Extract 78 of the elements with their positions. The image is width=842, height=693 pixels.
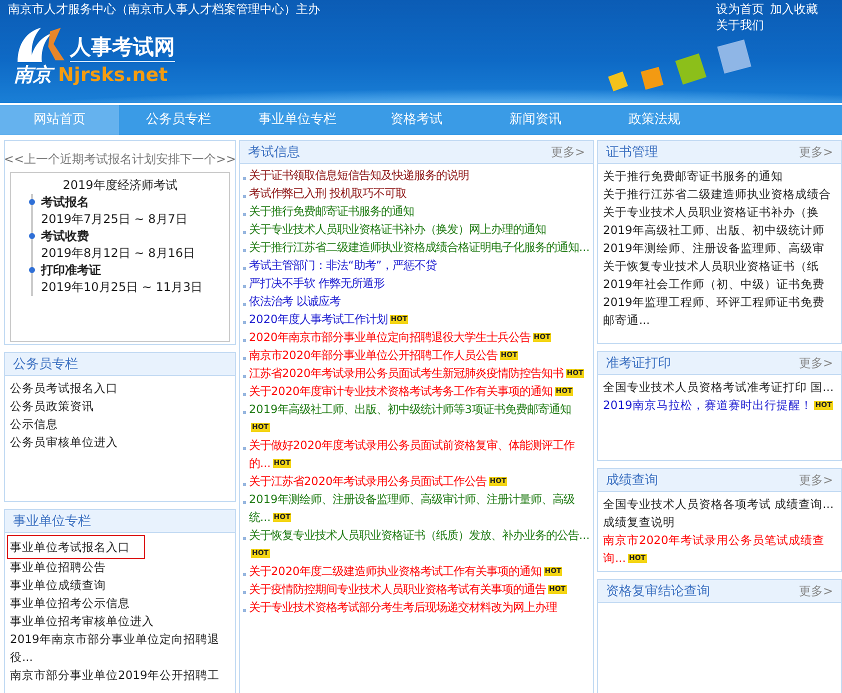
bullet-icon bbox=[243, 375, 246, 378]
bullet-icon bbox=[243, 249, 246, 252]
timeline-dot-icon bbox=[29, 233, 35, 239]
list-link[interactable]: 公示信息 bbox=[10, 415, 58, 433]
bullet-icon bbox=[243, 591, 246, 594]
list-link[interactable]: 2019年社会工作师（初、中级）证书免费 bbox=[603, 275, 824, 293]
schedule-heading: 近期考试报名计划安排 bbox=[60, 151, 180, 168]
list-link[interactable]: 关于恢复专业技术人员职业资格证书（纸 bbox=[603, 257, 819, 275]
bullet-icon bbox=[243, 213, 246, 216]
step-dates: 2019年7月25日 ~ 8月7日 bbox=[41, 211, 188, 228]
header-link[interactable]: 关于我们 bbox=[716, 17, 764, 33]
list-link[interactable]: 事业单位成绩查询 bbox=[10, 576, 106, 594]
bullet-icon bbox=[243, 195, 246, 198]
panel-title: 公务员专栏 bbox=[13, 356, 78, 373]
list-link[interactable]: 南京市部分事业单位2019年公开招聘工 bbox=[10, 666, 220, 684]
bullet-icon bbox=[243, 285, 246, 288]
list-link[interactable]: 事业单位招聘公告 bbox=[10, 558, 106, 576]
list-link[interactable]: 公务员政策资讯 bbox=[10, 397, 94, 415]
bullet-icon bbox=[243, 501, 246, 504]
bullet-icon bbox=[243, 177, 246, 180]
bullet-icon bbox=[243, 609, 246, 612]
bullet-icon bbox=[243, 411, 246, 414]
list-link[interactable]: 成绩复查说明 bbox=[603, 513, 675, 531]
panel-title: 证书管理 bbox=[606, 144, 658, 161]
bullet-icon bbox=[243, 573, 246, 576]
list-link[interactable]: 全国专业技术人员资格考试准考证打印 国... bbox=[603, 378, 834, 396]
list-link[interactable]: 事业单位考试报名入口 bbox=[8, 536, 144, 558]
panel-title: 成绩查询 bbox=[606, 472, 658, 489]
list-link[interactable]: 关于专业技术资格考试部分考生考后现场递交材料改为网上办理 bbox=[249, 599, 557, 617]
list-link[interactable]: 关于推行免费邮寄证书服务的通知 bbox=[249, 203, 414, 221]
sponsor-text: 南京市人才服务中心（南京市人事人才档案管理中心）主办 bbox=[8, 1, 320, 18]
header-link[interactable]: 加入收藏 bbox=[770, 1, 818, 17]
bullet-icon bbox=[243, 447, 246, 450]
bullet-icon bbox=[243, 357, 246, 360]
bullet-icon bbox=[243, 483, 246, 486]
bullet-icon bbox=[243, 303, 246, 306]
bullet-icon bbox=[243, 267, 246, 270]
list-link[interactable]: 事业单位招考审核单位进入 bbox=[10, 612, 154, 630]
list-link[interactable]: 关于证书领取信息短信告知及快递服务的说明 bbox=[249, 167, 469, 185]
timeline-dot-icon bbox=[29, 199, 35, 205]
bullet-icon bbox=[243, 339, 246, 342]
list-link[interactable]: 严打决不手软 作弊无所遁形 bbox=[249, 275, 385, 293]
panel-title: 事业单位专栏 bbox=[13, 513, 91, 530]
bullet-icon bbox=[243, 393, 246, 396]
list-link[interactable]: 依法治考 以诚应考 bbox=[249, 293, 341, 311]
list-link[interactable]: 2019年测绘师、注册设备监理师、高级审 bbox=[603, 239, 824, 257]
logo-title: 人事考试网 bbox=[70, 33, 175, 62]
bullet-icon bbox=[243, 321, 246, 324]
list-link[interactable]: 全国专业技术人员资格各项考试 成绩查询... bbox=[603, 495, 834, 513]
header-link[interactable]: 设为首页 bbox=[716, 1, 764, 17]
list-link[interactable]: 考试主管部门：非法“助考”，严惩不贷 bbox=[249, 257, 437, 275]
step-title: 考试报名 bbox=[41, 194, 90, 211]
list-link[interactable]: 关于推行免费邮寄证书服务的通知 bbox=[603, 167, 783, 185]
bullet-icon bbox=[243, 537, 246, 540]
list-link[interactable]: 关于推行江苏省二级建造师执业资格成绩合格证明电子化服务的通知... bbox=[249, 239, 590, 257]
list-link[interactable]: 事业单位招考公示信息 bbox=[10, 594, 130, 612]
panel-title: 准考证打印 bbox=[606, 355, 671, 372]
list-link[interactable]: 2019年监理工程师、环评工程师证书免费邮寄通... bbox=[603, 293, 836, 329]
timeline-dot-icon bbox=[29, 267, 35, 273]
previous-link[interactable]: <<上一个 bbox=[4, 151, 60, 168]
list-link[interactable]: 关于专业技术人员职业资格证书补办（换发）网上办理的通知 bbox=[249, 221, 546, 239]
panel-title: 考试信息 bbox=[248, 144, 300, 161]
step-dates: 2019年8月12日 ~ 8月16日 bbox=[41, 245, 196, 262]
step-dates: 2019年10月25日 ~ 11月3日 bbox=[41, 279, 203, 296]
step-title: 考试收费 bbox=[41, 228, 90, 245]
list-link[interactable]: 关于推行江苏省二级建造师执业资格成绩合 bbox=[603, 185, 831, 203]
list-link[interactable]: 公务员考试报名入口 bbox=[10, 379, 118, 397]
list-link[interactable]: 2019年南京市部分事业单位定向招聘退役... bbox=[10, 630, 230, 666]
step-title: 打印准考证 bbox=[41, 262, 102, 279]
logo-domain: Njrsks.net bbox=[58, 64, 168, 86]
panel-title: 资格复审结论查询 bbox=[606, 583, 710, 600]
list-link[interactable]: 关于专业技术人员职业资格证书补办（换 bbox=[603, 203, 819, 221]
exam-title: 2019年度经济师考试 bbox=[62, 177, 178, 194]
next-link[interactable]: 下一个>> bbox=[180, 151, 236, 168]
list-link[interactable]: 公务员审核单位进入 bbox=[10, 433, 118, 451]
list-link[interactable]: 2019年高级社工师、出版、初中级统计师 bbox=[603, 221, 824, 239]
list-link[interactable]: 考试作弊已入刑 投机取巧不可取 bbox=[249, 185, 407, 203]
bullet-icon bbox=[243, 231, 246, 234]
